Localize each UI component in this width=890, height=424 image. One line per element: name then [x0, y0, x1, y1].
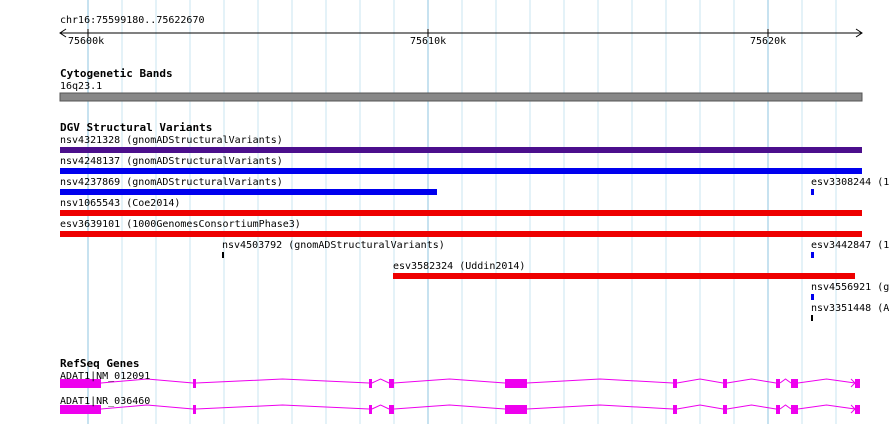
dgv-track-title: DGV Structural Variants: [60, 121, 213, 134]
dgv-bar-esv3582324[interactable]: [393, 273, 855, 279]
gene-exon[interactable]: [389, 405, 394, 414]
refseq-label-nm-012091[interactable]: ADAT1|NM_012091: [60, 371, 150, 382]
dgv-label-nsv3351448[interactable]: nsv3351448 (A: [811, 303, 889, 314]
gene-exon[interactable]: [723, 379, 727, 388]
dgv-label-esv3442847[interactable]: esv3442847 (1: [811, 240, 889, 251]
dgv-features: [60, 147, 862, 321]
ruler: [59, 28, 863, 38]
gene-exon[interactable]: [855, 405, 860, 414]
refseq-track-title: RefSeq Genes: [60, 357, 140, 370]
dgv-label-esv3582324[interactable]: esv3582324 (Uddin2014): [393, 261, 525, 272]
dgv-bar-esv3639101[interactable]: [60, 231, 862, 237]
gene-exon[interactable]: [389, 379, 394, 388]
gene-exon[interactable]: [776, 405, 780, 414]
cytoband-track-title: Cytogenetic Bands: [60, 67, 173, 80]
dgv-label-nsv4237869[interactable]: nsv4237869 (gnomADStructuralVariants): [60, 177, 283, 188]
gene-exon[interactable]: [791, 379, 798, 388]
dgv-label-nsv4556921[interactable]: nsv4556921 (g: [811, 282, 889, 293]
dgv-bar-nsv1065543[interactable]: [60, 210, 862, 216]
gene-exon[interactable]: [673, 379, 677, 388]
ruler-tick-label-2: 75610k: [410, 36, 447, 47]
gene-exon[interactable]: [776, 379, 780, 388]
gene-exon[interactable]: [673, 405, 677, 414]
refseq-label-nr-036460[interactable]: ADAT1|NR_036460: [60, 396, 150, 407]
dgv-label-esv3308244[interactable]: esv3308244 (1(: [811, 177, 890, 188]
dgv-label-nsv4248137[interactable]: nsv4248137 (gnomADStructuralVariants): [60, 156, 283, 167]
cytoband-label: 16q23.1: [60, 81, 103, 92]
gene-exon[interactable]: [369, 405, 372, 414]
dgv-bar-nsv4503792[interactable]: [222, 252, 224, 258]
gene-intron-line: [100, 404, 856, 410]
ruler-coordinates: chr16:75599180..75622670: [60, 15, 205, 26]
gene-exon[interactable]: [369, 379, 372, 388]
gene-exon[interactable]: [505, 379, 527, 388]
refseq-genes: [60, 378, 860, 414]
gene-exon[interactable]: [791, 405, 798, 414]
dgv-bar-nsv4321328[interactable]: [60, 147, 862, 153]
dgv-label-nsv4321328[interactable]: nsv4321328 (gnomADStructuralVariants): [60, 135, 283, 146]
dgv-label-esv3639101[interactable]: esv3639101 (1000GenomesConsortiumPhase3): [60, 219, 301, 230]
dgv-bar-esv3308244[interactable]: [811, 189, 814, 195]
dgv-bar-nsv4556921[interactable]: [811, 294, 814, 300]
gene-exon[interactable]: [723, 405, 727, 414]
ruler-tick-label-1: 75600k: [68, 36, 105, 47]
cytoband-bar[interactable]: [59, 92, 863, 102]
gene-exon[interactable]: [193, 379, 196, 388]
ruler-tick-label-3: 75620k: [750, 36, 787, 47]
dgv-bar-nsv4237869[interactable]: [60, 189, 437, 195]
gene-intron-line: [100, 378, 856, 384]
dgv-bar-nsv3351448[interactable]: [811, 315, 813, 321]
dgv-bar-nsv4248137[interactable]: [60, 168, 862, 174]
dgv-label-nsv1065543[interactable]: nsv1065543 (Coe2014): [60, 198, 180, 209]
dgv-bar-esv3442847[interactable]: [811, 252, 814, 258]
gene-exon[interactable]: [855, 379, 860, 388]
dgv-label-nsv4503792[interactable]: nsv4503792 (gnomADStructuralVariants): [222, 240, 445, 251]
gene-exon[interactable]: [193, 405, 196, 414]
gene-exon[interactable]: [505, 405, 527, 414]
